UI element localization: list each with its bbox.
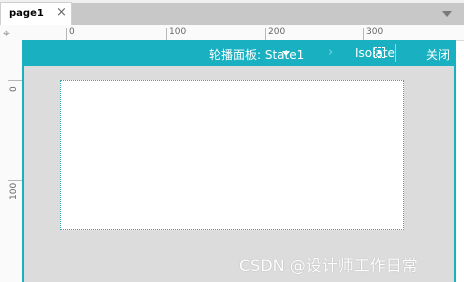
panel-canvas-area[interactable] <box>60 80 404 230</box>
ruler-tick <box>8 180 22 181</box>
ruler-label-top: 0 <box>69 27 75 37</box>
ruler-label-left: 0 <box>9 86 19 92</box>
chevron-down-icon[interactable] <box>442 11 452 17</box>
vertical-ruler <box>0 40 23 282</box>
close-button[interactable]: 关闭 <box>426 46 450 63</box>
ruler-label-top: 300 <box>366 27 384 37</box>
ruler-tick <box>166 28 167 40</box>
isolate-icon[interactable] <box>374 47 385 58</box>
ruler-label-top: 100 <box>169 27 187 37</box>
chevron-right-icon: › <box>328 45 334 60</box>
watermark: CSDN @设计师工作日常 <box>239 256 418 275</box>
ruler-label-top: 200 <box>268 27 286 37</box>
ruler-tick <box>363 28 364 40</box>
close-icon[interactable]: × <box>56 6 67 19</box>
tab-strip <box>72 3 464 25</box>
header-divider <box>395 44 396 62</box>
panel-header: 轮播面板: State1 › Isolate 关闭 ✕ <box>22 40 464 66</box>
ruler-tick <box>8 80 22 81</box>
ruler-label-left: 100 <box>9 182 19 200</box>
tab-label: page1 <box>9 8 44 19</box>
tab-page1[interactable]: page1 × <box>0 2 72 25</box>
ruler-tick <box>66 28 67 40</box>
crosshair-icon: ⌖ <box>3 26 10 40</box>
close-icon[interactable]: ✕ <box>457 44 464 59</box>
caret-down-icon[interactable] <box>282 51 290 56</box>
ruler-tick <box>265 28 266 40</box>
